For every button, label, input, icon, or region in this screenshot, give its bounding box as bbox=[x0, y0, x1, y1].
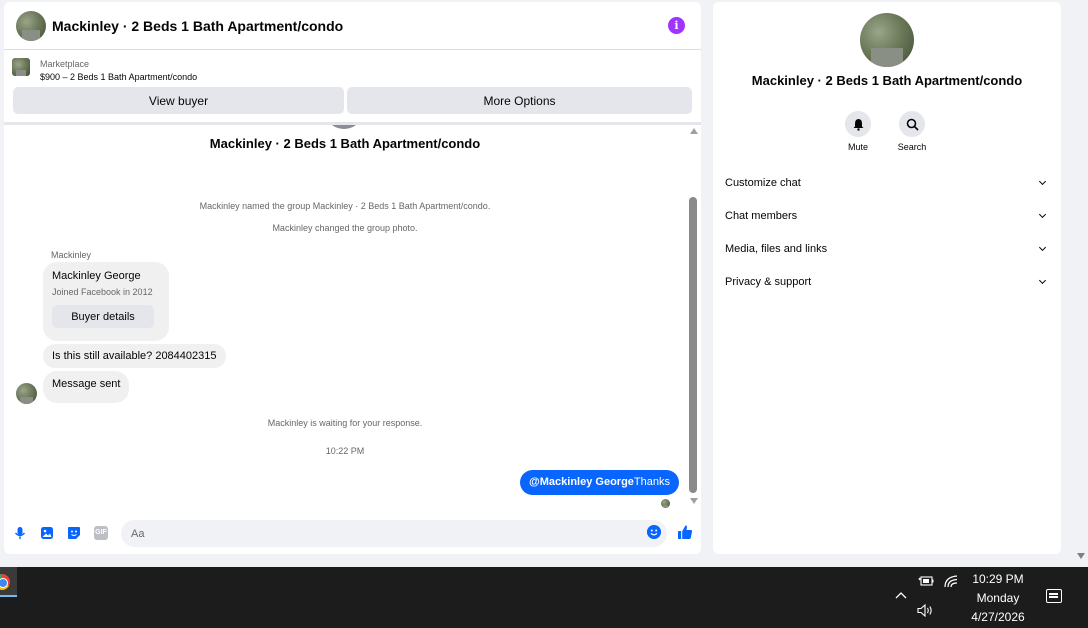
thread-scrollbar[interactable] bbox=[688, 125, 700, 515]
volume-icon[interactable] bbox=[917, 604, 934, 617]
thread-group-avatar bbox=[324, 125, 364, 129]
thumbs-up-icon[interactable] bbox=[677, 524, 693, 540]
notification-icon[interactable] bbox=[1046, 589, 1062, 603]
clock-day: Monday bbox=[976, 591, 1020, 605]
sender-avatar[interactable] bbox=[16, 383, 37, 404]
clock-time: 10:29 PM bbox=[972, 572, 1024, 586]
buyer-profile-card: Mackinley George Joined Facebook in 2012… bbox=[43, 262, 169, 341]
message-input-placeholder: Aa bbox=[131, 527, 145, 540]
sticker-icon[interactable] bbox=[67, 526, 81, 540]
chat-panel: Mackinley · 2 Beds 1 Bath Apartment/cond… bbox=[4, 2, 701, 554]
section-label: Customize chat bbox=[725, 177, 801, 189]
more-options-button[interactable]: More Options bbox=[347, 87, 692, 114]
listing-title: $900 – 2 Beds 1 Bath Apartment/condo bbox=[40, 72, 198, 82]
details-panel: Mackinley · 2 Beds 1 Bath Apartment/cond… bbox=[713, 2, 1061, 554]
active-indicator bbox=[0, 595, 17, 597]
mute-label: Mute bbox=[847, 142, 868, 152]
details-avatar[interactable] bbox=[860, 13, 914, 67]
page-scroll-down-icon[interactable] bbox=[1077, 553, 1085, 559]
search-icon bbox=[906, 118, 919, 131]
mention[interactable]: @Mackinley George bbox=[529, 476, 634, 488]
message-timestamp: 10:22 PM bbox=[325, 446, 365, 456]
my-message-text: Thanks bbox=[633, 476, 670, 488]
group-avatar[interactable] bbox=[16, 10, 46, 41]
microphone-icon[interactable] bbox=[13, 526, 27, 540]
privacy-support-section[interactable]: Privacy & support bbox=[725, 272, 1049, 292]
message-bubble[interactable]: Is this still available? 2084402315 bbox=[43, 344, 226, 368]
buyer-details-button[interactable]: Buyer details bbox=[52, 305, 154, 328]
system-message: Mackinley changed the group photo. bbox=[272, 223, 418, 233]
scroll-thumb[interactable] bbox=[689, 197, 697, 493]
details-title: Mackinley · 2 Beds 1 Bath Apartment/cond… bbox=[751, 73, 1023, 88]
scroll-up-icon[interactable] bbox=[690, 128, 698, 134]
seen-avatar bbox=[661, 499, 670, 508]
search-button[interactable]: Search bbox=[892, 111, 932, 152]
bell-icon bbox=[853, 118, 863, 131]
chat-header: Mackinley · 2 Beds 1 Bath Apartment/cond… bbox=[4, 2, 701, 50]
info-icon[interactable]: i bbox=[668, 17, 685, 34]
chevron-up-icon[interactable] bbox=[895, 591, 907, 599]
chat-members-section[interactable]: Chat members bbox=[725, 206, 1049, 226]
composer: GIF Aa bbox=[4, 518, 701, 550]
listing-actions: View buyer More Options bbox=[13, 87, 692, 114]
emoji-icon[interactable] bbox=[647, 525, 661, 539]
photo-icon[interactable] bbox=[40, 526, 54, 540]
system-message: Mackinley named the group Mackinley · 2 … bbox=[199, 201, 491, 211]
chevron-down-icon bbox=[1038, 177, 1047, 186]
search-label: Search bbox=[897, 142, 927, 152]
clock-date: 4/27/2026 bbox=[971, 610, 1025, 624]
system-message: Mackinley is waiting for your response. bbox=[267, 418, 423, 428]
chat-title[interactable]: Mackinley · 2 Beds 1 Bath Apartment/cond… bbox=[52, 18, 343, 34]
section-label: Chat members bbox=[725, 210, 798, 222]
chevron-down-icon bbox=[1038, 210, 1047, 219]
system-clock[interactable]: 10:29 PM Monday 4/27/2026 bbox=[960, 570, 1036, 627]
view-buyer-button[interactable]: View buyer bbox=[13, 87, 344, 114]
my-message-bubble[interactable]: @Mackinley GeorgeThanks bbox=[520, 470, 679, 495]
customize-chat-section[interactable]: Customize chat bbox=[725, 173, 1049, 193]
mute-button[interactable]: Mute bbox=[838, 111, 878, 152]
buyer-joined: Joined Facebook in 2012 bbox=[52, 287, 153, 297]
section-label: Privacy & support bbox=[725, 276, 812, 288]
chevron-down-icon bbox=[1038, 243, 1047, 252]
message-thread[interactable]: Mackinley · 2 Beds 1 Bath Apartment/cond… bbox=[4, 125, 701, 515]
message-input[interactable]: Aa bbox=[121, 520, 667, 547]
marketplace-listing[interactable]: Marketplace $900 – 2 Beds 1 Bath Apartme… bbox=[12, 58, 197, 84]
taskbar: 10:29 PM Monday 4/27/2026 bbox=[0, 567, 1088, 628]
wifi-icon[interactable] bbox=[943, 574, 959, 588]
scroll-down-icon[interactable] bbox=[690, 498, 698, 504]
listing-thumbnail bbox=[12, 58, 30, 76]
taskbar-chrome-button[interactable] bbox=[0, 567, 17, 597]
sender-name: Mackinley bbox=[51, 250, 92, 260]
section-label: Media, files and links bbox=[725, 243, 828, 255]
buyer-name: Mackinley George bbox=[52, 270, 141, 282]
marketplace-label: Marketplace bbox=[40, 59, 90, 69]
message-bubble[interactable]: Message sent bbox=[43, 371, 130, 403]
media-files-links-section[interactable]: Media, files and links bbox=[725, 239, 1049, 259]
thread-group-name: Mackinley · 2 Beds 1 Bath Apartment/cond… bbox=[209, 136, 481, 151]
chrome-icon bbox=[0, 574, 10, 590]
gif-icon[interactable]: GIF bbox=[94, 526, 108, 540]
battery-icon[interactable] bbox=[918, 575, 934, 587]
chevron-down-icon bbox=[1038, 276, 1047, 285]
